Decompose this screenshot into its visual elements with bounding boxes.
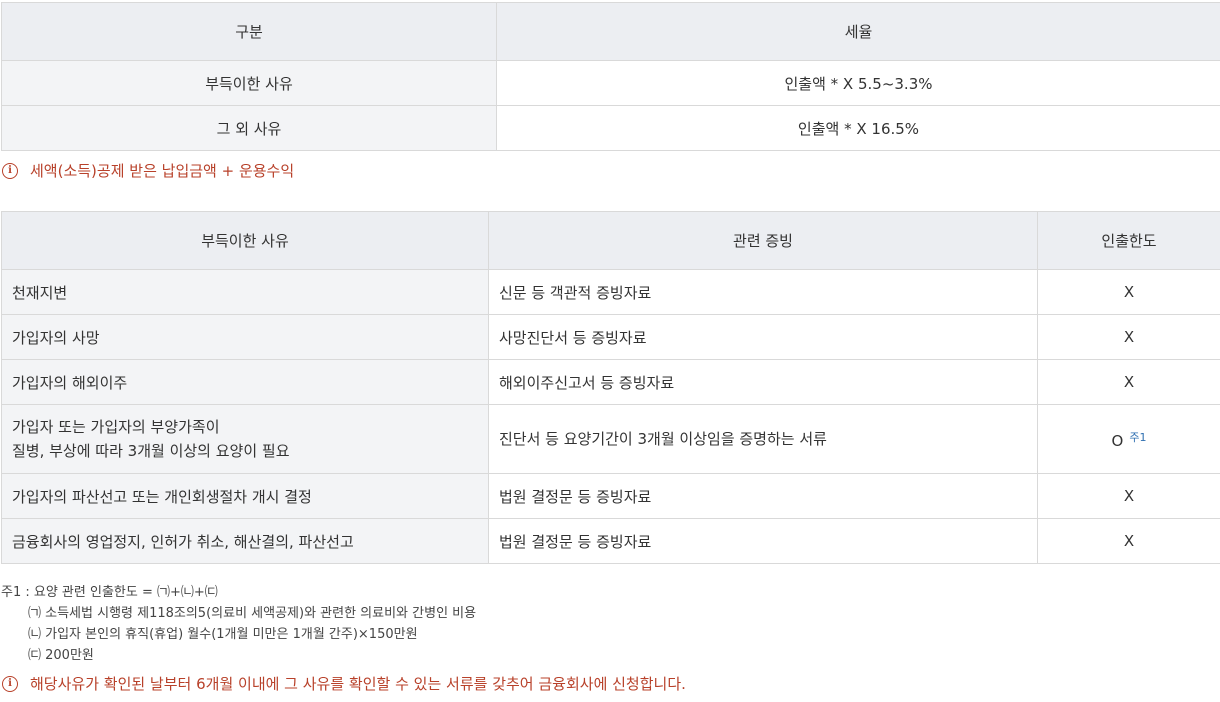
footnote-ref: 주1 [1129,430,1147,444]
proof-cell: 신문 등 객관적 증빙자료 [488,269,1038,315]
table-row: 그 외 사유 인출액 * X 16.5% [1,105,1220,151]
row-label: 그 외 사유 [1,105,497,151]
header-reason: 부득이한 사유 [1,211,489,270]
header-tax-rate: 세율 [496,2,1220,61]
info-icon: i [2,675,18,692]
table-row: 가입자 또는 가입자의 부양가족이 질병, 부상에 따라 3개월 이상의 요양이… [1,404,1220,474]
info-note: i 세액(소득)공제 받은 납입금액 + 운용수익 [2,160,294,181]
limit-cell: X [1037,269,1220,315]
table-row: 가입자의 해외이주 해외이주신고서 등 증빙자료 X [1,359,1220,405]
reason-line-1: 가입자 또는 가입자의 부양가족이 [12,418,220,436]
proof-cell: 법원 결정문 등 증빙자료 [488,473,1038,519]
header-limit: 인출한도 [1037,211,1220,270]
info-note-text: 세액(소득)공제 받은 납입금액 + 운용수익 [30,162,295,180]
unavoidable-reason-table: 부득이한 사유 관련 증빙 인출한도 천재지변 신문 등 객관적 증빙자료 X … [1,211,1220,564]
reason-cell: 가입자의 사망 [1,314,489,360]
limit-cell: X [1037,314,1220,360]
reason-cell: 천재지변 [1,269,489,315]
limit-cell: O 주1 [1037,404,1220,474]
footnote-item: ㈂ 200만원 [28,648,94,663]
reason-cell: 가입자 또는 가입자의 부양가족이 질병, 부상에 따라 3개월 이상의 요양이… [1,404,489,474]
row-value: 인출액 * X 5.5~3.3% [496,60,1220,106]
footnote-item: ㈀ 소득세법 시행령 제118조의5(의료비 세액공제)와 관련한 의료비와 간… [28,606,477,621]
reason-cell: 금융회사의 영업정지, 인허가 취소, 해산결의, 파산선고 [1,518,489,564]
table-row: 가입자의 사망 사망진단서 등 증빙자료 X [1,314,1220,360]
header-category: 구분 [1,2,497,61]
info-icon: i [2,162,18,179]
row-value: 인출액 * X 16.5% [496,105,1220,151]
reason-line-2: 질병, 부상에 따라 3개월 이상의 요양이 필요 [12,442,290,460]
limit-value: O [1111,431,1124,450]
info-note-text: 해당사유가 확인된 날부터 6개월 이내에 그 사유를 확인할 수 있는 서류를… [30,675,686,693]
limit-cell: X [1037,359,1220,405]
table-row: 천재지변 신문 등 객관적 증빙자료 X [1,269,1220,315]
proof-cell: 진단서 등 요양기간이 3개월 이상임을 증명하는 서류 [488,404,1038,474]
info-note-bottom: i 해당사유가 확인된 날부터 6개월 이내에 그 사유를 확인할 수 있는 서… [2,673,686,694]
table-row: 가입자의 파산선고 또는 개인회생절차 개시 결정 법원 결정문 등 증빙자료 … [1,473,1220,519]
limit-cell: X [1037,473,1220,519]
proof-cell: 법원 결정문 등 증빙자료 [488,518,1038,564]
footnote-title: 주1 : 요양 관련 인출한도 = ㈀+㈁+㈂ [1,585,218,600]
reason-cell: 가입자의 해외이주 [1,359,489,405]
table-row: 금융회사의 영업정지, 인허가 취소, 해산결의, 파산선고 법원 결정문 등 … [1,518,1220,564]
proof-cell: 해외이주신고서 등 증빙자료 [488,359,1038,405]
footnote-item: ㈁ 가입자 본인의 휴직(휴업) 월수(1개월 미만은 1개월 간주)×150만… [28,627,418,642]
reason-cell: 가입자의 파산선고 또는 개인회생절차 개시 결정 [1,473,489,519]
row-label: 부득이한 사유 [1,60,497,106]
table-row: 부득이한 사유 인출액 * X 5.5~3.3% [1,60,1220,106]
tax-rate-table: 구분 세율 부득이한 사유 인출액 * X 5.5~3.3% 그 외 사유 인출… [1,2,1220,151]
limit-cell: X [1037,518,1220,564]
header-proof: 관련 증빙 [488,211,1038,270]
proof-cell: 사망진단서 등 증빙자료 [488,314,1038,360]
